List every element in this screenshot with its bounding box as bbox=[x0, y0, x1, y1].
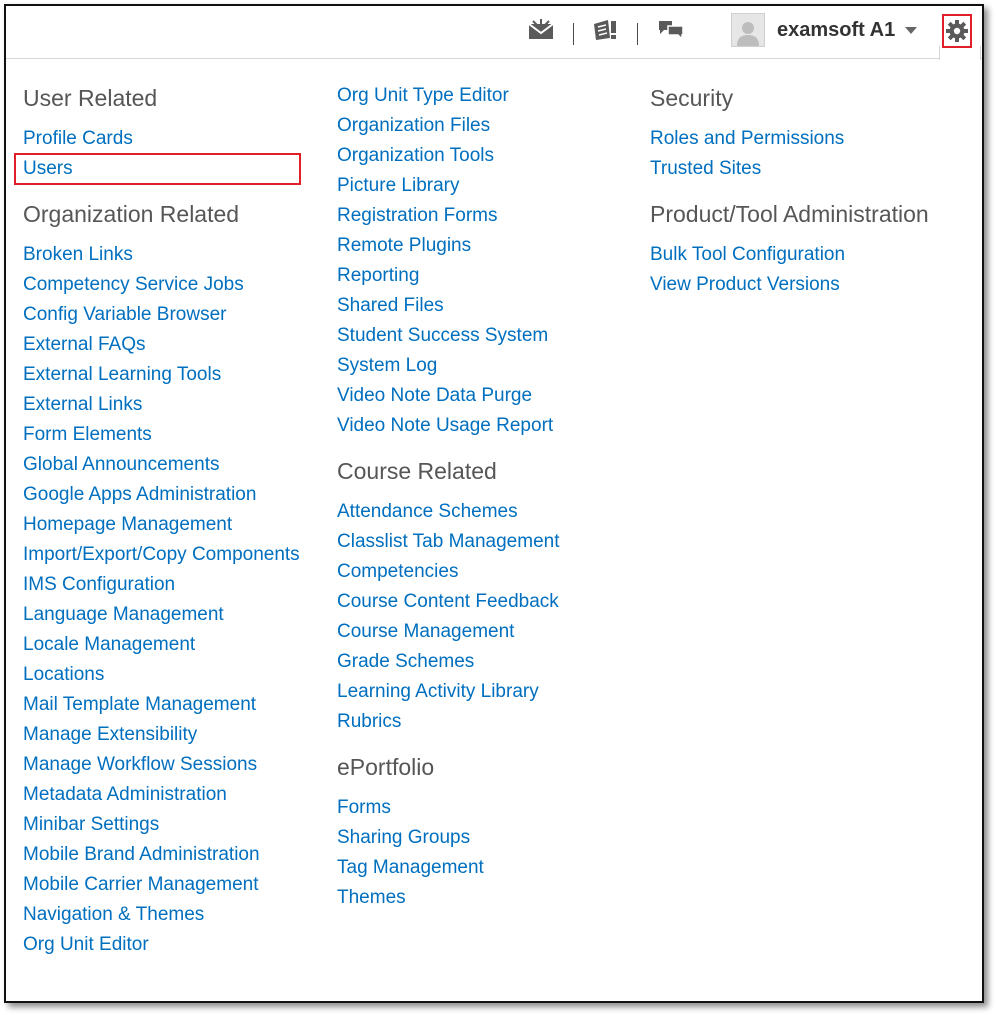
link-item[interactable]: Language Management bbox=[23, 600, 300, 630]
link-item[interactable]: Locations bbox=[23, 660, 300, 690]
link-item[interactable]: Global Announcements bbox=[23, 450, 300, 480]
link-item[interactable]: System Log bbox=[337, 351, 559, 381]
link-item[interactable]: Metadata Administration bbox=[23, 780, 300, 810]
link-item[interactable]: Import/Export/Copy Components bbox=[23, 540, 300, 570]
section-heading: Course Related bbox=[337, 458, 497, 484]
gear-tab bbox=[939, 46, 981, 60]
section-course-related: Course Related Attendance Schemes Classl… bbox=[337, 457, 559, 737]
link-item[interactable]: Homepage Management bbox=[23, 510, 300, 540]
link-item[interactable]: Google Apps Administration bbox=[23, 480, 300, 510]
link-item[interactable]: Video Note Usage Report bbox=[337, 411, 559, 441]
update-alerts-button[interactable] bbox=[590, 16, 620, 44]
column-2: Org Unit Type Editor Organization Files … bbox=[337, 81, 559, 929]
link-item[interactable]: Bulk Tool Configuration bbox=[650, 240, 929, 270]
link-item[interactable]: Forms bbox=[337, 793, 559, 823]
link-list: Broken Links Competency Service Jobs Con… bbox=[23, 240, 300, 960]
chevron-down-icon bbox=[905, 26, 918, 34]
column-1: User Related Profile Cards Users Organiz… bbox=[14, 84, 301, 976]
link-list: Attendance Schemes Classlist Tab Managem… bbox=[337, 497, 559, 737]
section-product-tool-administration: Product/Tool Administration Bulk Tool Co… bbox=[650, 200, 929, 300]
link-item[interactable]: Themes bbox=[337, 883, 559, 913]
section-heading: Organization Related bbox=[23, 201, 240, 227]
link-item[interactable]: Minibar Settings bbox=[23, 810, 300, 840]
link-item[interactable]: Mobile Brand Administration bbox=[23, 840, 300, 870]
link-item[interactable]: Org Unit Editor bbox=[23, 930, 300, 960]
admin-tools-panel: examsoft A1 User Related Profile Cards U… bbox=[4, 4, 984, 1003]
link-item[interactable]: Course Management bbox=[337, 617, 559, 647]
message-alerts-button[interactable] bbox=[526, 16, 556, 44]
separator bbox=[573, 23, 574, 45]
link-list: Org Unit Type Editor Organization Files … bbox=[337, 81, 559, 441]
link-item[interactable]: Video Note Data Purge bbox=[337, 381, 559, 411]
subscription-alerts-button[interactable] bbox=[656, 16, 686, 44]
link-item[interactable]: Profile Cards bbox=[23, 124, 300, 154]
link-item[interactable]: Classlist Tab Management bbox=[337, 527, 559, 557]
user-name: examsoft A1 bbox=[777, 18, 896, 41]
avatar bbox=[731, 13, 765, 47]
link-list: Profile Cards Users bbox=[14, 124, 301, 185]
avatar-icon bbox=[737, 22, 759, 46]
link-item[interactable]: Registration Forms bbox=[337, 201, 559, 231]
column-3: Security Roles and Permissions Trusted S… bbox=[650, 84, 929, 316]
section-eportfolio: ePortfolio Forms Sharing Groups Tag Mana… bbox=[337, 753, 559, 913]
link-item[interactable]: Competencies bbox=[337, 557, 559, 587]
link-item[interactable]: Organization Tools bbox=[337, 141, 559, 171]
link-item[interactable]: Attendance Schemes bbox=[337, 497, 559, 527]
section-organization-continued: Org Unit Type Editor Organization Files … bbox=[337, 81, 559, 441]
gear-icon bbox=[946, 20, 968, 42]
link-item[interactable]: External Learning Tools bbox=[23, 360, 300, 390]
updates-icon bbox=[594, 20, 616, 40]
section-security: Security Roles and Permissions Trusted S… bbox=[650, 84, 929, 184]
link-item[interactable]: Mobile Carrier Management bbox=[23, 870, 300, 900]
section-heading: User Related bbox=[23, 85, 158, 111]
section-user-related: User Related Profile Cards Users bbox=[14, 84, 301, 185]
link-item[interactable]: Course Content Feedback bbox=[337, 587, 559, 617]
separator bbox=[637, 23, 638, 45]
link-item[interactable]: Competency Service Jobs bbox=[23, 270, 300, 300]
link-item[interactable]: Broken Links bbox=[23, 240, 300, 270]
link-item[interactable]: Config Variable Browser bbox=[23, 300, 300, 330]
link-item[interactable]: Manage Extensibility bbox=[23, 720, 300, 750]
link-item[interactable]: Shared Files bbox=[337, 291, 559, 321]
link-users[interactable]: Users bbox=[14, 153, 301, 185]
link-item[interactable]: External FAQs bbox=[23, 330, 300, 360]
link-item[interactable]: Roles and Permissions bbox=[650, 124, 929, 154]
link-list: Roles and Permissions Trusted Sites bbox=[650, 124, 929, 184]
link-item[interactable]: Rubrics bbox=[337, 707, 559, 737]
link-item[interactable]: Remote Plugins bbox=[337, 231, 559, 261]
link-item[interactable]: Org Unit Type Editor bbox=[337, 81, 559, 111]
link-item[interactable]: Reporting bbox=[337, 261, 559, 291]
minibar: examsoft A1 bbox=[6, 6, 982, 60]
link-item[interactable]: Tag Management bbox=[337, 853, 559, 883]
chat-icon bbox=[659, 21, 684, 41]
link-item[interactable]: Mail Template Management bbox=[23, 690, 300, 720]
section-organization-related: Organization Related Broken Links Compet… bbox=[23, 200, 300, 960]
section-heading: Product/Tool Administration bbox=[650, 201, 929, 227]
link-item[interactable]: Trusted Sites bbox=[650, 154, 929, 184]
link-item[interactable]: View Product Versions bbox=[650, 270, 929, 300]
link-item[interactable]: Organization Files bbox=[337, 111, 559, 141]
link-list: Forms Sharing Groups Tag Management Them… bbox=[337, 793, 559, 913]
admin-tools-button[interactable] bbox=[942, 14, 972, 48]
link-item[interactable]: Student Success System bbox=[337, 321, 559, 351]
link-item[interactable]: Navigation & Themes bbox=[23, 900, 300, 930]
link-item[interactable]: Learning Activity Library bbox=[337, 677, 559, 707]
link-item[interactable]: External Links bbox=[23, 390, 300, 420]
section-heading: Security bbox=[650, 85, 734, 111]
link-item[interactable]: Locale Management bbox=[23, 630, 300, 660]
user-menu[interactable]: examsoft A1 bbox=[731, 12, 918, 48]
link-item[interactable]: IMS Configuration bbox=[23, 570, 300, 600]
link-item[interactable]: Form Elements bbox=[23, 420, 300, 450]
link-item[interactable]: Sharing Groups bbox=[337, 823, 559, 853]
link-list: Bulk Tool Configuration View Product Ver… bbox=[650, 240, 929, 300]
link-item[interactable]: Picture Library bbox=[337, 171, 559, 201]
mail-icon bbox=[528, 19, 554, 39]
section-heading: ePortfolio bbox=[337, 754, 435, 780]
link-item[interactable]: Grade Schemes bbox=[337, 647, 559, 677]
link-item[interactable]: Manage Workflow Sessions bbox=[23, 750, 300, 780]
